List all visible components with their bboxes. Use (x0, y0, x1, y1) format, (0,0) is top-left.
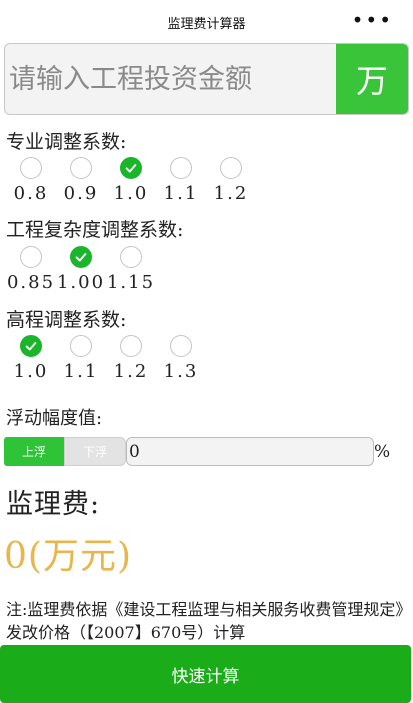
radio-checked-icon[interactable] (20, 335, 42, 357)
professional-option[interactable]: 0.8 (6, 157, 56, 204)
radio-unchecked-icon[interactable] (170, 335, 192, 357)
checkmark-icon (125, 164, 137, 173)
float-range-label: 浮动幅度值: (6, 408, 103, 429)
elevation-option[interactable]: 1.3 (156, 335, 206, 382)
radio-unchecked-icon[interactable] (220, 157, 242, 179)
radio-unchecked-icon[interactable] (170, 157, 192, 179)
radio-checked-icon[interactable] (70, 246, 92, 268)
radio-unchecked-icon[interactable] (70, 335, 92, 357)
professional-coefficient-label: 专业调整系数: (6, 131, 127, 153)
complexity-option[interactable]: 0.85 (6, 246, 56, 293)
elevation-coefficient-label: 高程调整系数: (6, 309, 127, 331)
professional-option-label: 0.8 (13, 183, 49, 204)
fee-basis-note: 注:监理费依据《建设工程监理与相关服务收费管理规定》发改价格（【2007】670… (6, 600, 404, 642)
elevation-option[interactable]: 1.1 (56, 335, 106, 382)
fee-result-label: 监理费: (6, 489, 101, 520)
complexity-option[interactable]: 1.00 (56, 246, 106, 293)
complexity-option-label: 0.85 (6, 272, 56, 293)
float-range-row: 上浮 下浮 % (4, 437, 390, 466)
complexity-option-label: 1.15 (106, 272, 156, 293)
checkmark-icon (25, 342, 37, 351)
float-value-input[interactable] (126, 437, 374, 466)
professional-option[interactable]: 1.1 (156, 157, 206, 204)
elevation-option-label: 1.1 (63, 361, 99, 382)
quick-calculate-button[interactable]: 快速计算 (0, 645, 411, 703)
professional-option-label: 1.0 (113, 183, 149, 204)
professional-option[interactable]: 0.9 (56, 157, 106, 204)
professional-option[interactable]: 1.2 (206, 157, 256, 204)
professional-option-label: 1.1 (163, 183, 199, 204)
percent-unit: % (374, 441, 391, 462)
elevation-option-label: 1.2 (113, 361, 149, 382)
checkmark-icon (75, 253, 87, 262)
professional-option-label: 0.9 (63, 183, 99, 204)
complexity-coefficient-group: 0.85 1.00 1.15 (6, 246, 156, 293)
elevation-option-label: 1.3 (163, 361, 199, 382)
unit-label: 万 (336, 44, 408, 114)
complexity-option[interactable]: 1.15 (106, 246, 156, 293)
elevation-option[interactable]: 1.2 (106, 335, 156, 382)
professional-coefficient-group: 0.8 0.9 1.0 1.1 1.2 (6, 157, 256, 204)
elevation-option[interactable]: 1.0 (6, 335, 56, 382)
radio-checked-icon[interactable] (120, 157, 142, 179)
fee-result-value: 0(万元) (4, 536, 132, 577)
professional-option-label: 1.2 (213, 183, 249, 204)
radio-unchecked-icon[interactable] (120, 335, 142, 357)
elevation-option-label: 1.0 (13, 361, 49, 382)
radio-unchecked-icon[interactable] (20, 246, 42, 268)
navigation-bar: 监理费计算器 ••• (0, 0, 413, 42)
amount-input[interactable] (5, 44, 338, 114)
complexity-coefficient-label: 工程复杂度调整系数: (6, 219, 184, 241)
elevation-coefficient-group: 1.0 1.1 1.2 1.3 (6, 335, 206, 382)
more-icon[interactable]: ••• (352, 10, 393, 30)
amount-field: 万 (4, 43, 409, 115)
radio-unchecked-icon[interactable] (70, 157, 92, 179)
radio-unchecked-icon[interactable] (120, 246, 142, 268)
professional-option[interactable]: 1.0 (106, 157, 156, 204)
radio-unchecked-icon[interactable] (20, 157, 42, 179)
float-up-button[interactable]: 上浮 (4, 437, 64, 466)
float-down-button[interactable]: 下浮 (64, 437, 126, 466)
complexity-option-label: 1.00 (56, 272, 106, 293)
